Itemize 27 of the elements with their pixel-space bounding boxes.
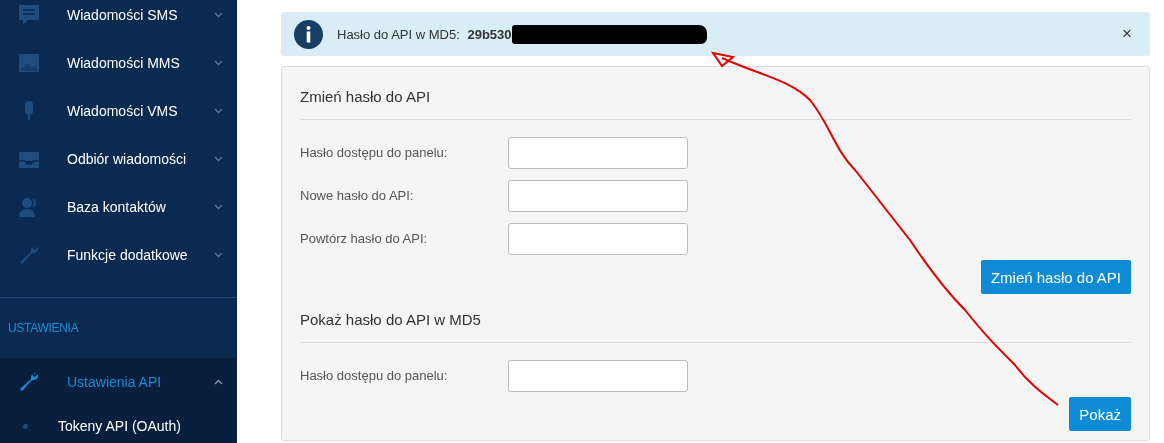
password-field[interactable] [508, 359, 688, 392]
bullet-icon [23, 423, 28, 429]
sidebar-item[interactable]: Ustawienia API [0, 358, 237, 406]
password-field[interactable] [508, 136, 688, 169]
section-title: Zmień hasło do API [300, 67, 1131, 120]
close-button[interactable]: × [1122, 24, 1132, 44]
sidebar-item[interactable]: Wiadomości MMS [0, 39, 237, 87]
section-title: Pokaż hasło do API w MD5 [300, 290, 1131, 343]
submenu-item[interactable]: Tokeny API (OAuth) [58, 418, 181, 434]
password-field[interactable] [508, 222, 688, 255]
password-field[interactable] [508, 179, 688, 212]
info-icon [294, 19, 323, 49]
chat-bubble-icon [17, 3, 41, 27]
section-heading: USTAWIENIA [8, 321, 79, 335]
submit-button[interactable]: Pokaż [1069, 397, 1131, 431]
submit-button[interactable]: Zmień hasło do API [980, 260, 1131, 294]
image-icon [17, 51, 41, 75]
sidebar-item[interactable]: Wiadomości SMS [0, 0, 237, 39]
sidebar-item[interactable]: Odbiór wiadomości [0, 135, 237, 183]
alert-message: Hasło do API w MD5: 29b530 [337, 26, 512, 42]
field-label: Hasło dostępu do panelu: [300, 368, 449, 383]
sidebar-item[interactable]: Baza kontaktów [0, 183, 237, 231]
sidebar-item[interactable]: Wiadomości VMS [0, 87, 237, 135]
field-label: Powtórz hasło do API: [300, 231, 429, 246]
field-label: Hasło dostępu do panelu: [300, 145, 449, 160]
field-label: Nowe hasło do API: [300, 188, 415, 203]
sidebar-item[interactable]: Funkcje dodatkowe [0, 231, 237, 279]
